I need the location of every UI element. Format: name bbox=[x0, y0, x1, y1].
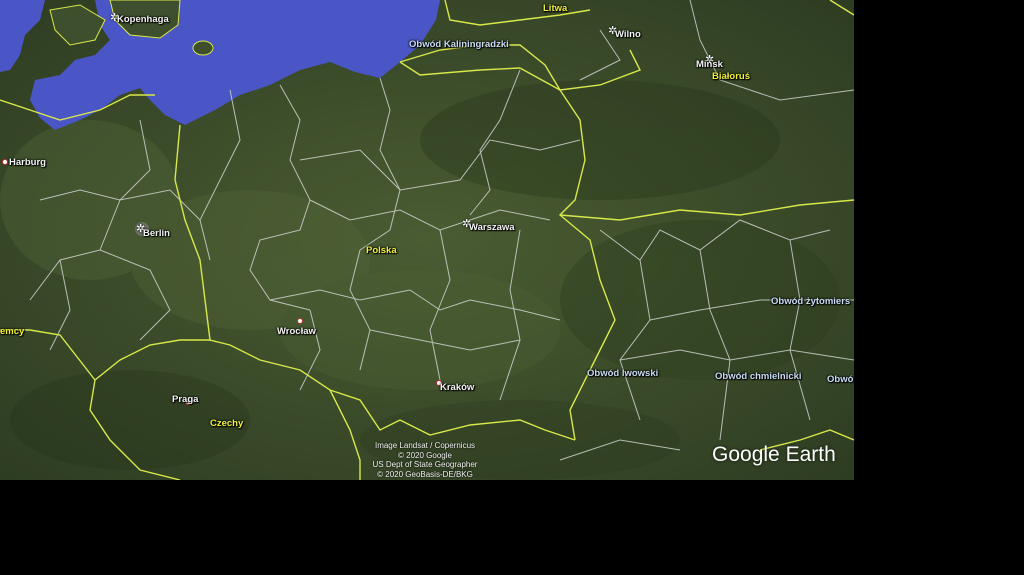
label-warszawa[interactable]: Warszawa bbox=[469, 223, 515, 233]
label-obwod-lwowski[interactable]: Obwód lwowski bbox=[587, 369, 658, 379]
attribution-line: © 2020 GeoBasis-DE/BKG bbox=[377, 469, 473, 479]
label-krakow[interactable]: Kraków bbox=[440, 383, 474, 393]
island bbox=[192, 40, 214, 56]
label-berlin[interactable]: Berlin bbox=[143, 229, 170, 239]
label-litwa[interactable]: Litwa bbox=[543, 4, 567, 14]
wroclaw-dot-icon bbox=[297, 318, 303, 324]
attribution-line: © 2020 Google bbox=[398, 450, 452, 460]
label-praga[interactable]: Praga bbox=[172, 395, 198, 405]
label-obwod-cut[interactable]: Obwó bbox=[827, 375, 853, 385]
google-earth-logo: Google Earth bbox=[712, 443, 836, 467]
label-minsk[interactable]: Mińsk bbox=[696, 60, 723, 70]
logo-earth: Earth bbox=[785, 443, 836, 466]
label-polska[interactable]: Polska bbox=[366, 246, 397, 256]
label-obwod-zytomierski[interactable]: Obwód żytomiers bbox=[771, 297, 850, 307]
label-wroclaw[interactable]: Wrocław bbox=[277, 327, 316, 337]
label-harburg[interactable]: Harburg bbox=[9, 158, 46, 168]
attribution-line: Image Landsat / Copernicus bbox=[374, 441, 476, 450]
label-kopenhaga[interactable]: Kopenhaga bbox=[117, 15, 169, 25]
label-czechy[interactable]: Czechy bbox=[210, 419, 243, 429]
label-niemcy[interactable]: emcy bbox=[0, 327, 24, 337]
label-obwod-chmielnicki[interactable]: Obwód chmielnicki bbox=[715, 372, 802, 382]
map-view[interactable]: ✲ Kopenhaga Litwa ✲ Wilno Obwód Kalining… bbox=[0, 0, 854, 480]
harburg-dot-icon bbox=[2, 159, 8, 165]
logo-google: Google bbox=[712, 443, 780, 466]
attribution-line: US Dept of State Geographer bbox=[372, 460, 478, 469]
imagery-attribution: Image Landsat / Copernicus © 2020 Google… bbox=[355, 441, 495, 479]
label-bialorus[interactable]: Białoruś bbox=[712, 72, 750, 82]
label-obwod-kaliningradzki[interactable]: Obwód Kaliningradzki bbox=[409, 40, 509, 50]
label-wilno[interactable]: Wilno bbox=[615, 30, 641, 40]
